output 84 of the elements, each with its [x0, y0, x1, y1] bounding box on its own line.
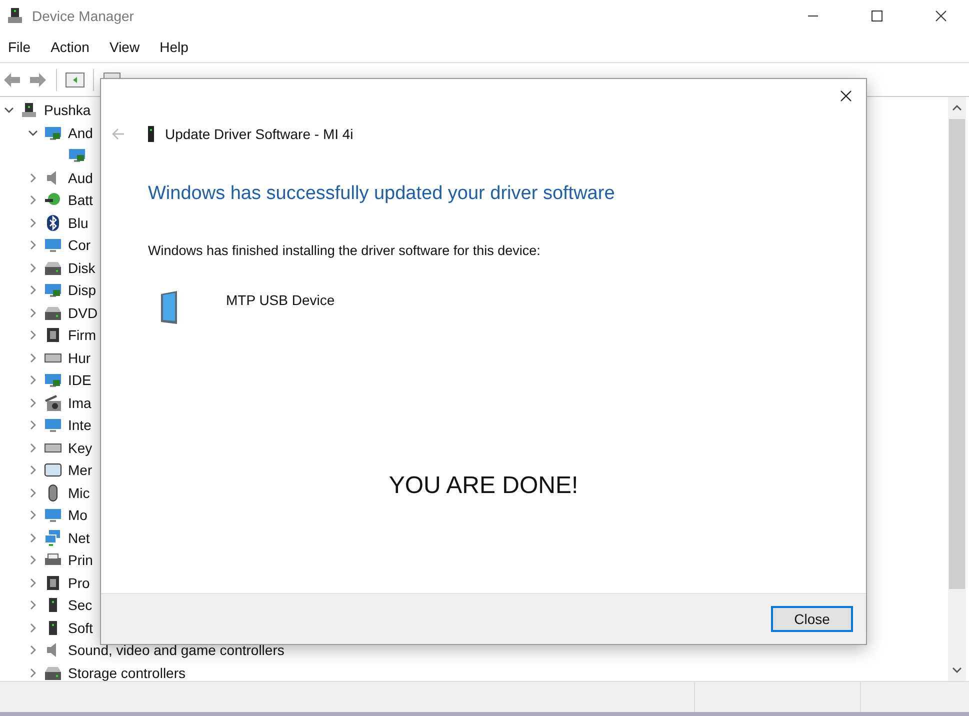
chevron-icon[interactable]	[28, 442, 38, 453]
chevron-icon[interactable]	[28, 128, 38, 138]
bluetooth-icon	[44, 214, 62, 232]
tree-item-label[interactable]: Batt	[68, 192, 93, 208]
chevron-icon[interactable]	[4, 105, 14, 116]
chevron-icon[interactable]	[28, 420, 38, 430]
chevron-icon[interactable]	[28, 532, 38, 543]
card-icon	[44, 461, 62, 480]
maximize-icon[interactable]	[871, 10, 883, 22]
tree-item-label[interactable]: Prin	[68, 552, 93, 568]
close-icon[interactable]	[935, 10, 947, 22]
menu-item[interactable]: View	[103, 39, 146, 55]
tree-item-label[interactable]: Disp	[68, 282, 96, 298]
message-text: Windows has finished installing the driver software for this device:	[148, 243, 542, 258]
tree-item-label[interactable]: Mo	[68, 507, 88, 524]
close-icon[interactable]	[840, 90, 852, 102]
chevron-icon[interactable]	[28, 600, 38, 610]
chevron-icon[interactable]	[28, 172, 38, 183]
monitor-icon	[68, 146, 86, 164]
scrollbar[interactable]	[948, 97, 966, 681]
tree-item-label[interactable]: And	[68, 124, 93, 141]
panel-icon[interactable]	[65, 70, 85, 90]
chevron-icon[interactable]	[28, 218, 38, 228]
back-arrow-icon[interactable]	[111, 127, 125, 141]
tree-item-label[interactable]: IDE	[68, 372, 92, 388]
tree-item-label[interactable]: Disk	[68, 260, 96, 276]
tree-item-label[interactable]: Cor	[68, 237, 91, 254]
chevron-icon[interactable]	[28, 488, 38, 498]
chevron-icon[interactable]	[28, 668, 38, 678]
chevron-icon[interactable]	[28, 308, 38, 318]
tree-item-label[interactable]: Pro	[68, 574, 90, 591]
computer-icon	[6, 7, 24, 25]
menu-item[interactable]: File	[2, 39, 37, 55]
chip-icon	[44, 326, 62, 344]
monitor-icon	[44, 281, 62, 300]
chevron-icon[interactable]	[28, 240, 38, 250]
scroll-up-icon[interactable]	[952, 103, 962, 113]
tree-item-label[interactable]: DVD	[68, 304, 98, 321]
chevron-icon[interactable]	[28, 398, 38, 408]
chevron-icon[interactable]	[28, 285, 38, 296]
monitor-icon	[44, 506, 62, 524]
phone-icon	[147, 126, 155, 142]
tree-item-label[interactable]: Ima	[68, 394, 92, 411]
monitor-icon	[44, 416, 62, 434]
window-title: Device Manager	[32, 8, 134, 24]
tree-item-label[interactable]: Storage controllers	[68, 664, 186, 681]
tree-item-label[interactable]: Sec	[68, 597, 92, 614]
chevron-icon[interactable]	[28, 622, 38, 633]
chip-icon	[44, 574, 62, 592]
tree-item-label[interactable]: Inte	[68, 417, 92, 434]
chevron-icon[interactable]	[28, 262, 38, 273]
computer-icon	[20, 101, 38, 120]
camera-icon	[44, 394, 62, 412]
tree-item-label[interactable]: Firm	[68, 327, 96, 344]
tree-item-label[interactable]: Aud	[68, 170, 93, 186]
scroll-down-icon[interactable]	[952, 665, 962, 675]
success-heading: Windows has successfully updated your driver software	[148, 183, 616, 205]
chevron-icon[interactable]	[28, 578, 38, 588]
tree-item-label[interactable]: Mic	[68, 484, 90, 501]
dialog-title: Update Driver Software - MI 4i	[165, 126, 354, 142]
tree-item-label[interactable]: Key	[68, 440, 92, 456]
chevron-icon[interactable]	[28, 510, 38, 520]
monitor-icon	[44, 236, 62, 254]
menu-item[interactable]: Action	[44, 39, 96, 55]
chevron-icon[interactable]	[28, 195, 38, 206]
tree-item-label[interactable]: Hur	[68, 350, 91, 366]
tree-item-label[interactable]: Mer	[68, 462, 92, 478]
chevron-icon[interactable]	[28, 352, 38, 363]
monitor-icon	[44, 371, 62, 390]
tree-item-label[interactable]: Sound, video and game controllers	[68, 642, 284, 658]
chevron-icon[interactable]	[28, 555, 38, 566]
menu-item[interactable]: Help	[154, 39, 194, 55]
network-icon	[44, 528, 62, 547]
chevron-icon[interactable]	[28, 645, 38, 656]
tree-item-label[interactable]: Net	[68, 530, 90, 546]
tree-item-label[interactable]: Blu	[68, 214, 88, 231]
done-note: YOU ARE DONE!	[388, 472, 578, 500]
device-name: MTP USB Device	[226, 292, 335, 308]
chevron-icon[interactable]	[28, 465, 38, 476]
tree-item-label[interactable]: Pushka	[44, 102, 91, 118]
chevron-icon[interactable]	[28, 375, 38, 386]
close-button[interactable]: Close	[771, 606, 853, 632]
chevron-icon[interactable]	[28, 330, 38, 340]
tree-item-label[interactable]: Soft	[68, 620, 93, 636]
